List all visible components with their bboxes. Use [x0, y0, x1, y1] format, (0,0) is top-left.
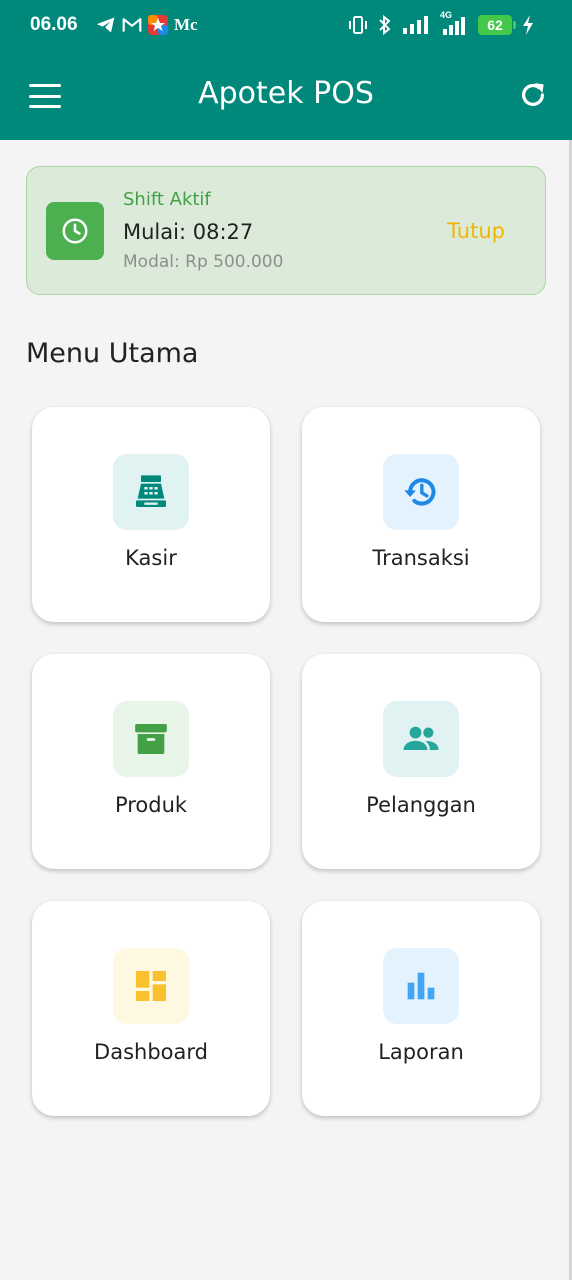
- charging-icon: [523, 15, 533, 35]
- bluetooth-icon: [379, 15, 391, 35]
- dashboard-icon: [113, 948, 189, 1024]
- menu-label-dashboard: Dashboard: [94, 1040, 208, 1064]
- menu-card-transaksi[interactable]: Transaksi: [302, 407, 540, 622]
- menu-card-pelanggan[interactable]: Pelanggan: [302, 654, 540, 869]
- app-title: Apotek POS: [198, 76, 374, 111]
- status-notification-icons: Mc: [96, 12, 198, 38]
- battery-indicator: 62: [478, 15, 516, 35]
- shift-status: Shift Aktif: [123, 189, 211, 210]
- status-bar: 06.06 Mc 4G 62: [0, 0, 572, 52]
- menu-label-kasir: Kasir: [125, 546, 177, 570]
- gmail-icon: [122, 18, 142, 32]
- bar-chart-icon: [383, 948, 459, 1024]
- shift-card: Shift Aktif Mulai: 08:27 Modal: Rp 500.0…: [26, 166, 546, 295]
- signal-4g-icon: 4G: [438, 10, 468, 36]
- menu-label-transaksi: Transaksi: [372, 546, 470, 570]
- archive-box-icon: [113, 701, 189, 777]
- vibrate-icon: [349, 16, 367, 34]
- status-system-icons: 4G 62: [348, 10, 534, 38]
- history-icon: [383, 454, 459, 530]
- cash-register-icon: [113, 454, 189, 530]
- menu-label-pelanggan: Pelanggan: [366, 793, 476, 817]
- menu-card-dashboard[interactable]: Dashboard: [32, 901, 270, 1116]
- menu-card-kasir[interactable]: Kasir: [32, 407, 270, 622]
- section-title: Menu Utama: [26, 338, 199, 369]
- status-time: 06.06: [30, 14, 78, 35]
- menu-card-laporan[interactable]: Laporan: [302, 901, 540, 1116]
- telegram-icon: [96, 17, 115, 33]
- refresh-icon[interactable]: [518, 80, 548, 110]
- menu-label-laporan: Laporan: [378, 1040, 464, 1064]
- shift-start-time: Mulai: 08:27: [123, 220, 254, 244]
- menu-label-produk: Produk: [114, 793, 188, 817]
- signal-icon: [403, 16, 428, 34]
- shift-capital: Modal: Rp 500.000: [123, 252, 284, 272]
- app-icon: [148, 15, 168, 35]
- clock-icon: [46, 202, 104, 260]
- people-icon: [383, 701, 459, 777]
- close-shift-button[interactable]: Tutup: [447, 219, 505, 243]
- menu-card-produk[interactable]: Produk: [32, 654, 270, 869]
- app-bar: 06.06 Mc 4G 62 Apotek POS: [0, 0, 572, 140]
- status-text: Mc: [174, 15, 198, 34]
